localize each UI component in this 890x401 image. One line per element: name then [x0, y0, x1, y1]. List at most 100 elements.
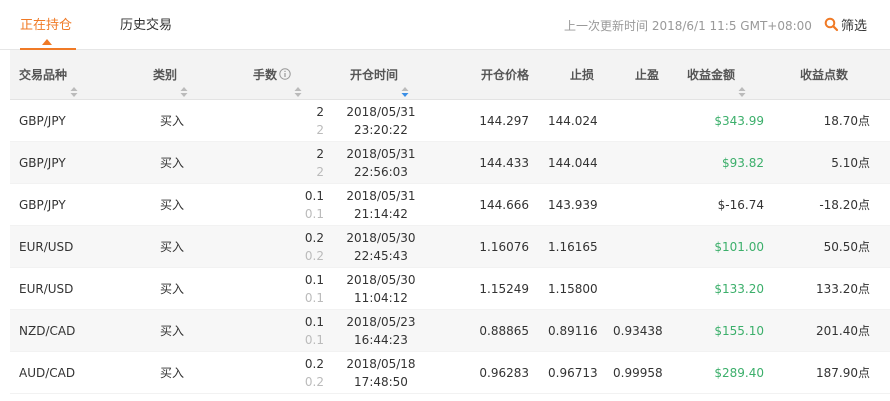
filter-label: 筛选 — [841, 19, 868, 34]
column-header-profit-amount[interactable]: 收益金额 — [687, 50, 746, 100]
cell-profit-points: 5.10点 — [831, 156, 870, 170]
table-row[interactable]: EUR/USD 买入 0.1 0.1 2018/05/30 11:04:12 1.15249… — [10, 268, 890, 310]
cell-symbol: NZD/CAD — [19, 324, 76, 338]
tab-open-positions[interactable]: 正在持仓 — [20, 14, 72, 33]
cell-profit-amount: $-16.74 — [717, 198, 764, 212]
cell-stop-loss: 0.96713 — [548, 366, 598, 380]
cell-lots: 0.1 — [304, 273, 324, 287]
cell-type: 买入 — [160, 114, 185, 128]
sort-icon — [294, 69, 302, 97]
table-row[interactable]: GBP/JPY 买入 0.1 0.1 2018/05/31 21:14:42 144.666… — [10, 184, 890, 226]
cell-symbol: GBP/JPY — [19, 198, 66, 212]
table-header: 交易品种 类别 手数 开仓时间 开仓价格 止损 止盈 收益金额 收益点数 — [10, 50, 890, 100]
cell-lots: 0.2 — [304, 357, 324, 371]
cell-stop-loss: 1.15800 — [548, 282, 598, 296]
cell-open-time: 17:48:50 — [354, 375, 408, 389]
table-row[interactable]: GBP/JPY 买入 2 2 2018/05/31 23:20:22 144.297 144.… — [10, 100, 890, 142]
cell-open-price: 144.666 — [479, 198, 529, 212]
table-body: GBP/JPY 买入 2 2 2018/05/31 23:20:22 144.297 144.… — [10, 100, 890, 394]
cell-stop-loss: 0.89116 — [548, 324, 598, 338]
tab-trade-history[interactable]: 历史交易 — [120, 14, 172, 33]
cell-lots-sub: 0.1 — [304, 207, 324, 221]
cell-open-time: 23:20:22 — [354, 123, 408, 137]
cell-open-date: 2018/05/30 — [346, 273, 416, 287]
cell-open-date: 2018/05/18 — [346, 357, 416, 371]
cell-profit-amount: $343.99 — [714, 114, 764, 128]
cell-lots: 2 — [316, 105, 324, 119]
cell-profit-points: 50.50点 — [823, 240, 870, 254]
cell-stop-loss: 144.044 — [548, 156, 598, 170]
cell-profit-amount: $93.82 — [722, 156, 764, 170]
cell-open-time: 22:56:03 — [354, 165, 408, 179]
table-row[interactable]: NZD/CAD 买入 0.1 0.1 2018/05/23 16:44:23 0.88865… — [10, 310, 890, 352]
column-header-open-price: 开仓价格 — [481, 68, 530, 82]
cell-open-time: 21:14:42 — [354, 207, 408, 221]
cell-open-price: 0.88865 — [479, 324, 529, 338]
sort-icon — [180, 69, 188, 97]
cell-lots-sub: 2 — [316, 165, 324, 179]
column-header-stop-loss: 止损 — [570, 68, 595, 82]
cell-lots: 2 — [316, 147, 324, 161]
cell-profit-amount: $289.40 — [714, 366, 764, 380]
cell-lots-sub: 0.2 — [304, 375, 324, 389]
cell-open-date: 2018/05/30 — [346, 231, 416, 245]
column-header-open-time-label: 开仓时间 — [350, 68, 399, 82]
cell-type: 买入 — [160, 282, 185, 296]
cell-open-date: 2018/05/31 — [346, 105, 416, 119]
cell-profit-points: 133.20点 — [816, 282, 870, 296]
cell-stop-loss: 143.939 — [548, 198, 598, 212]
table-row[interactable]: AUD/CAD 买入 0.2 0.2 2018/05/18 17:48:50 0.96283… — [10, 352, 890, 394]
sort-icon — [70, 69, 78, 97]
cell-open-date: 2018/05/31 — [346, 147, 416, 161]
cell-profit-points: -18.20点 — [819, 198, 870, 212]
cell-lots: 0.2 — [304, 231, 324, 245]
cell-open-price: 1.16076 — [479, 240, 529, 254]
cell-type: 买入 — [160, 198, 185, 212]
sort-active-icon — [401, 69, 409, 97]
column-header-take-profit: 止盈 — [635, 68, 660, 82]
cell-take-profit: 0.99958 — [613, 366, 663, 380]
cell-profit-points: 18.70点 — [823, 114, 870, 128]
column-header-symbol-label: 交易品种 — [19, 68, 68, 82]
cell-open-price: 144.297 — [479, 114, 529, 128]
cell-profit-points: 187.90点 — [816, 366, 870, 380]
info-icon[interactable] — [279, 51, 291, 101]
cell-open-time: 11:04:12 — [354, 291, 408, 305]
active-tab-caret-icon — [42, 39, 52, 45]
cell-open-date: 2018/05/23 — [346, 315, 416, 329]
cell-symbol: EUR/USD — [19, 240, 74, 254]
cell-open-price: 0.96283 — [479, 366, 529, 380]
cell-symbol: AUD/CAD — [19, 366, 76, 380]
filter-button[interactable]: 筛选 — [824, 15, 867, 34]
cell-open-price: 144.433 — [479, 156, 529, 170]
cell-open-price: 1.15249 — [479, 282, 529, 296]
table-row[interactable]: EUR/USD 买入 0.2 0.2 2018/05/30 22:45:43 1.16076… — [10, 226, 890, 268]
column-header-type-label: 类别 — [153, 68, 178, 82]
table-row[interactable]: GBP/JPY 买入 2 2 2018/05/31 22:56:03 144.433 144.… — [10, 142, 890, 184]
cell-symbol: GBP/JPY — [19, 156, 66, 170]
column-header-type[interactable]: 类别 — [153, 50, 188, 100]
cell-take-profit: 0.93438 — [613, 324, 663, 338]
column-header-open-time[interactable]: 开仓时间 — [350, 50, 409, 100]
cell-open-time: 16:44:23 — [354, 333, 408, 347]
cell-lots-sub: 0.1 — [304, 291, 324, 305]
cell-profit-amount: $155.10 — [714, 324, 764, 338]
cell-lots: 0.1 — [304, 189, 324, 203]
cell-type: 买入 — [160, 324, 185, 338]
cell-lots-sub: 2 — [316, 123, 324, 137]
column-header-lots[interactable]: 手数 — [253, 50, 302, 100]
cell-stop-loss: 144.024 — [548, 114, 598, 128]
cell-open-date: 2018/05/31 — [346, 189, 416, 203]
cell-type: 买入 — [160, 156, 185, 170]
column-header-symbol[interactable]: 交易品种 — [19, 50, 78, 100]
cell-lots: 0.1 — [304, 315, 324, 329]
search-icon — [824, 17, 839, 32]
cell-lots-sub: 0.1 — [304, 333, 324, 347]
column-header-profit-points: 收益点数 — [800, 68, 849, 82]
cell-open-time: 22:45:43 — [354, 249, 408, 263]
cell-profit-points: 201.40点 — [816, 324, 870, 338]
sort-icon — [738, 69, 746, 97]
positions-table: 交易品种 类别 手数 开仓时间 开仓价格 止损 止盈 收益金额 收益点数 GBP… — [10, 50, 890, 394]
column-header-profit-amount-label: 收益金额 — [687, 68, 736, 82]
cell-type: 买入 — [160, 240, 185, 254]
